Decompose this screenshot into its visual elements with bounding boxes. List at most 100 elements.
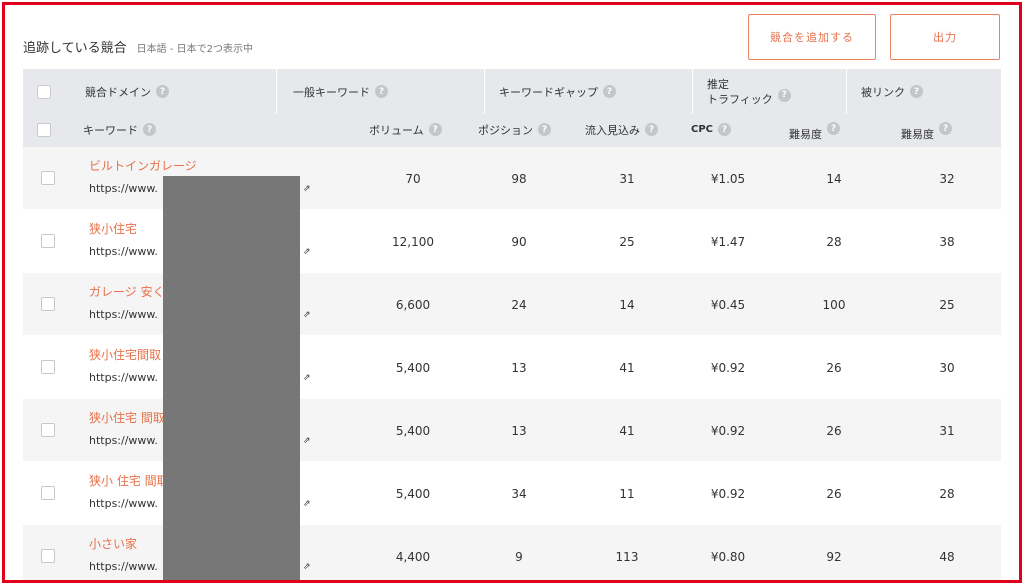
header-backlinks[interactable]: 被リンク? — [861, 69, 923, 114]
export-button[interactable]: 出力 — [890, 14, 1000, 60]
cell-position: 9 — [515, 549, 523, 564]
keyword-link[interactable]: 狭小 住宅 間取 — [89, 472, 169, 489]
section-header: 追跡している競合 日本語 - 日本で2つ表示中 — [23, 37, 253, 56]
column-divider — [276, 69, 277, 114]
cell-sd: 48 — [939, 549, 955, 564]
cell-volume: 70 — [405, 171, 421, 186]
help-icon[interactable]: ? — [428, 123, 442, 136]
keyword-link[interactable]: 小さい家 — [89, 535, 137, 552]
cell-sd: 30 — [939, 360, 955, 375]
col-seo-difficulty[interactable]: 難易度? — [901, 116, 952, 147]
cell-volume: 5,400 — [395, 423, 431, 438]
row-checkbox[interactable] — [41, 297, 55, 311]
help-icon[interactable]: ? — [910, 85, 923, 98]
row-checkbox[interactable] — [41, 486, 55, 500]
header-competitor-domain[interactable]: 競合ドメイン? — [85, 69, 169, 114]
column-divider — [692, 69, 693, 114]
header-keyword-gap[interactable]: キーワードギャップ? — [499, 69, 616, 114]
cell-sd: 25 — [939, 297, 955, 312]
col-volume[interactable]: ボリューム? — [369, 112, 442, 147]
cell-traffic: 41 — [619, 360, 635, 375]
cell-cpc: ¥0.92 — [710, 423, 746, 438]
external-link-icon[interactable]: ⇗ — [303, 247, 311, 257]
column-divider — [484, 69, 485, 114]
row-checkbox[interactable] — [41, 423, 55, 437]
col-keyword[interactable]: キーワード? — [83, 112, 156, 147]
external-link-icon[interactable]: ⇗ — [303, 436, 311, 446]
cell-position: 13 — [511, 360, 527, 375]
redaction-block — [163, 176, 300, 580]
page-title: 追跡している競合 — [23, 41, 127, 56]
cell-cpc: ¥1.05 — [710, 171, 746, 186]
cell-volume: 12,100 — [392, 234, 434, 249]
cell-position: 98 — [511, 171, 527, 186]
help-icon[interactable]: ? — [718, 123, 732, 136]
cell-sd: 32 — [939, 171, 955, 186]
cell-pd: 28 — [826, 234, 842, 249]
ranking-url: https://www. — [89, 560, 158, 573]
help-icon[interactable]: ? — [156, 85, 169, 98]
external-link-icon[interactable]: ⇗ — [303, 499, 311, 509]
cell-volume: 4,400 — [395, 549, 431, 564]
select-all-checkbox[interactable] — [37, 112, 51, 147]
ranking-url: https://www. — [89, 308, 158, 321]
cell-cpc: ¥0.92 — [710, 486, 746, 501]
cell-traffic: 11 — [619, 486, 635, 501]
header-estimated-traffic[interactable]: 推定 トラフィック ? — [707, 69, 791, 114]
help-icon[interactable]: ? — [603, 85, 616, 98]
help-icon[interactable]: ? — [645, 123, 658, 136]
external-link-icon[interactable]: ⇗ — [303, 310, 311, 320]
external-link-icon[interactable]: ⇗ — [303, 562, 311, 572]
row-checkbox[interactable] — [41, 549, 55, 563]
cell-position: 13 — [511, 423, 527, 438]
row-checkbox[interactable] — [41, 360, 55, 374]
help-icon[interactable]: ? — [777, 89, 791, 102]
cell-position: 24 — [511, 297, 527, 312]
external-link-icon[interactable]: ⇗ — [303, 184, 311, 194]
keyword-link[interactable]: ガレージ 安く — [89, 283, 165, 300]
help-icon[interactable]: ? — [375, 85, 388, 98]
select-all-domain-checkbox[interactable] — [37, 69, 51, 114]
cell-pd: 14 — [826, 171, 842, 186]
cell-cpc: ¥0.80 — [710, 549, 746, 564]
header-general-keywords[interactable]: 一般キーワード? — [293, 69, 388, 114]
cell-volume: 6,600 — [395, 297, 431, 312]
cell-cpc: ¥0.92 — [710, 360, 746, 375]
add-competitor-button[interactable]: 競合を追加する — [748, 14, 876, 60]
keyword-link[interactable]: 狭小住宅間取 — [89, 346, 161, 363]
col-position[interactable]: ポジション? — [478, 112, 551, 147]
help-icon[interactable]: ? — [538, 123, 551, 136]
keyword-link[interactable]: ビルトインガレージ — [89, 157, 197, 174]
cell-sd: 38 — [939, 234, 955, 249]
cell-pd: 26 — [826, 360, 842, 375]
col-paid-difficulty[interactable]: 難易度? — [789, 116, 840, 147]
cell-traffic: 113 — [615, 549, 639, 564]
keyword-link[interactable]: 狭小住宅 — [89, 220, 137, 237]
row-checkbox[interactable] — [41, 171, 55, 185]
cell-sd: 31 — [939, 423, 955, 438]
cell-volume: 5,400 — [395, 486, 431, 501]
ranking-url: https://www. — [89, 434, 158, 447]
ranking-url: https://www. — [89, 497, 158, 510]
help-icon[interactable]: ? — [939, 122, 952, 135]
cell-pd: 100 — [822, 297, 846, 312]
screenshot-frame: 追跡している競合 日本語 - 日本で2つ表示中 競合を追加する 出力 競合ドメイ… — [2, 2, 1022, 583]
col-traffic[interactable]: 流入見込み? — [585, 112, 658, 147]
cell-pd: 92 — [826, 549, 842, 564]
help-icon[interactable]: ? — [143, 123, 156, 136]
external-link-icon[interactable]: ⇗ — [303, 373, 311, 383]
cell-position: 90 — [511, 234, 527, 249]
ranking-url: https://www. — [89, 245, 158, 258]
cell-traffic: 31 — [619, 171, 635, 186]
cell-cpc: ¥0.45 — [710, 297, 746, 312]
cell-traffic: 14 — [619, 297, 635, 312]
cell-traffic: 25 — [619, 234, 635, 249]
row-checkbox[interactable] — [41, 234, 55, 248]
help-icon[interactable]: ? — [827, 122, 840, 135]
cell-volume: 5,400 — [395, 360, 431, 375]
keyword-link[interactable]: 狭小住宅 間取 — [89, 409, 165, 426]
ranking-url: https://www. — [89, 371, 158, 384]
col-cpc[interactable]: CPC? — [691, 112, 732, 147]
cell-pd: 26 — [826, 486, 842, 501]
column-divider — [846, 69, 847, 114]
